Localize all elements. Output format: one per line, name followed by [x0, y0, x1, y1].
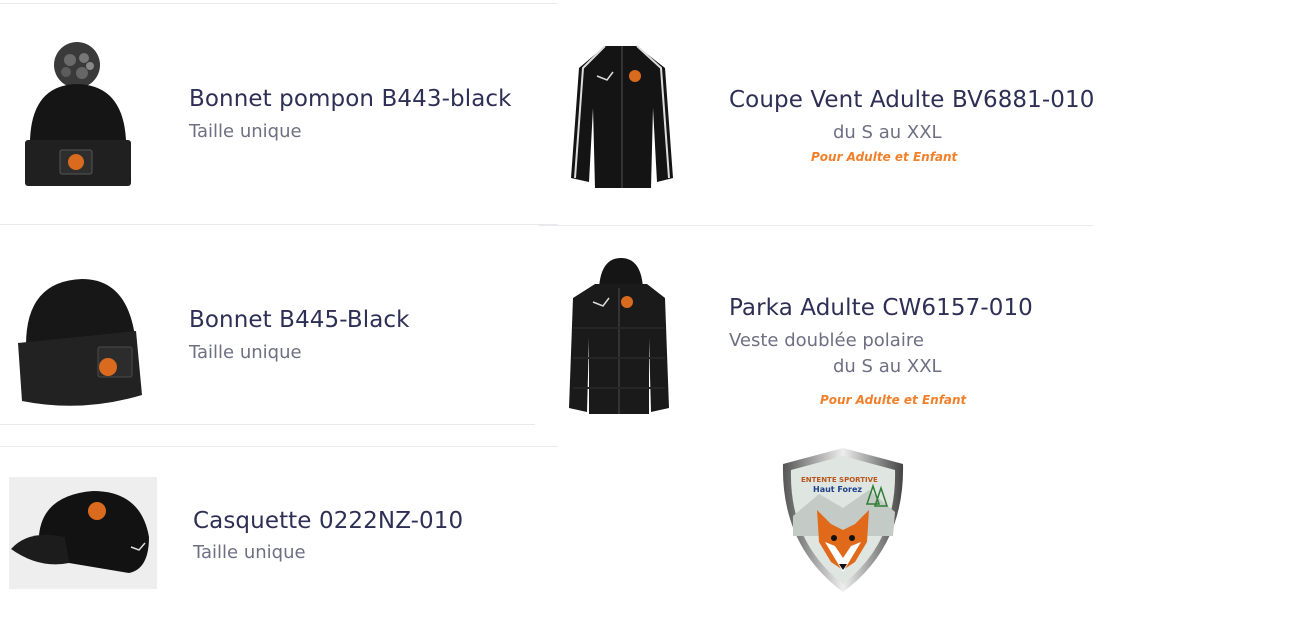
- divider: [0, 3, 558, 4]
- logo-text-line2: Haut Forez: [813, 485, 862, 494]
- club-logo: ENTENTE SPORTIVE Haut Forez: [779, 446, 907, 594]
- cap-icon: [9, 477, 157, 589]
- pompom-beanie-icon: [25, 42, 131, 186]
- beanie-icon: [18, 279, 142, 406]
- product-subtitle: Taille unique: [189, 342, 302, 363]
- product-image-windbreaker[interactable]: [565, 38, 680, 193]
- product-note: Pour Adulte et Enfant: [811, 150, 958, 164]
- fox-crest-logo: ENTENTE SPORTIVE Haut Forez: [782, 448, 904, 592]
- divider: [538, 225, 1093, 226]
- logo-text-line1: ENTENTE SPORTIVE: [801, 476, 878, 484]
- product-title[interactable]: Bonnet pompon B443-black: [189, 86, 512, 112]
- product-image-pompom-beanie[interactable]: [20, 40, 135, 190]
- product-image-parka[interactable]: [565, 258, 673, 416]
- product-title[interactable]: Coupe Vent Adulte BV6881-010: [729, 87, 1095, 113]
- divider: [0, 446, 558, 447]
- product-subtitle: Taille unique: [193, 542, 306, 563]
- product-note: Pour Adulte et Enfant: [820, 393, 967, 407]
- product-subtitle: du S au XXL: [833, 122, 942, 143]
- divider: [0, 424, 535, 425]
- product-image-beanie[interactable]: [12, 275, 147, 410]
- product-subtitle-2: du S au XXL: [833, 356, 942, 377]
- product-title[interactable]: Bonnet B445-Black: [189, 307, 410, 333]
- product-title[interactable]: Casquette 0222NZ-010: [193, 508, 463, 534]
- divider: [0, 224, 558, 225]
- hooded-parka-icon: [569, 258, 669, 414]
- product-title[interactable]: Parka Adulte CW6157-010: [729, 295, 1033, 321]
- product-subtitle: Veste doublée polaire: [729, 330, 924, 351]
- product-subtitle: Taille unique: [189, 121, 302, 142]
- product-image-cap[interactable]: [9, 477, 157, 589]
- windbreaker-jacket-icon: [571, 45, 673, 188]
